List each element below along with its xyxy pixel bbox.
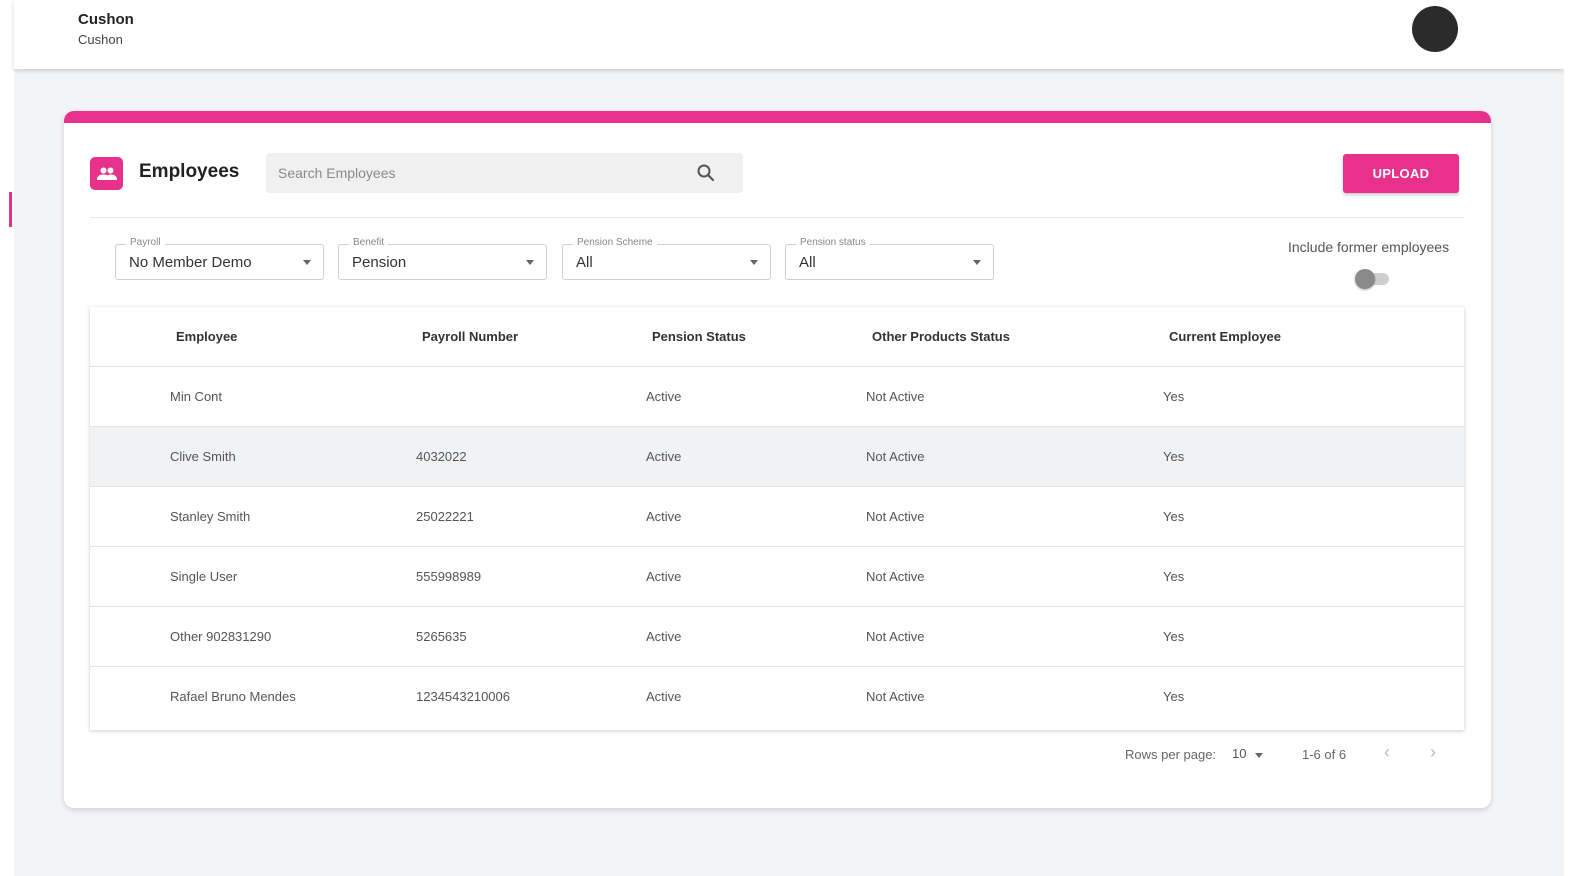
pension-scheme-select-value: All [576, 254, 593, 271]
column-header-pension-status[interactable]: Pension Status [652, 329, 746, 344]
cell-current-employee: Yes [1163, 509, 1185, 524]
rows-per-page-label: Rows per page: [1125, 747, 1217, 762]
cell-current-employee: Yes [1163, 449, 1185, 464]
chevron-left-icon[interactable]: ‹ [1384, 742, 1390, 763]
top-bar: Cushon Cushon [14, 0, 1564, 69]
cell-pension-status: Active [646, 689, 682, 704]
cell-other-products-status: Not Active [866, 689, 925, 704]
cell-pension-status: Active [646, 629, 682, 644]
brand-title: Cushon [78, 11, 134, 28]
cell-current-employee: Yes [1163, 629, 1185, 644]
cell-pension-status: Active [646, 389, 682, 404]
cell-other-products-status: Not Active [866, 569, 925, 584]
right-edge [1564, 0, 1588, 876]
card-accent-bar [64, 111, 1491, 123]
chevron-right-icon[interactable]: › [1430, 742, 1436, 763]
pagination-range: 1-6 of 6 [1302, 747, 1347, 762]
cell-employee: Other 902831290 [170, 629, 272, 644]
upload-button[interactable]: UPLOAD [1343, 154, 1459, 193]
dropdown-arrow-icon [973, 260, 981, 265]
cell-pension-status: Active [646, 569, 682, 584]
toggle-knob [1355, 269, 1375, 289]
cell-payroll-number: 555998989 [416, 569, 482, 584]
payroll-select-value: No Member Demo [129, 254, 252, 271]
left-edge-accent [9, 192, 12, 227]
dropdown-arrow-icon[interactable] [1255, 753, 1263, 758]
cell-other-products-status: Not Active [866, 449, 925, 464]
pension-scheme-select[interactable]: Pension Scheme All [562, 237, 771, 280]
brand-subtitle: Cushon [78, 32, 123, 47]
people-icon [90, 157, 123, 190]
cell-employee: Rafael Bruno Mendes [170, 689, 296, 704]
app-container: Cushon Cushon Employees UPLOAD [14, 0, 1564, 876]
table-row[interactable]: Min Cont Active Not Active Yes [90, 367, 1464, 427]
employees-card: Employees UPLOAD Payroll No Member Demo … [64, 111, 1491, 808]
table-row[interactable]: Stanley Smith 25022221 Active Not Active… [90, 487, 1464, 547]
cell-employee: Clive Smith [170, 449, 236, 464]
include-former-toggle[interactable] [1355, 269, 1393, 289]
dropdown-arrow-icon [526, 260, 534, 265]
payroll-select-label: Payroll [126, 237, 165, 248]
search-icon[interactable] [696, 163, 716, 183]
column-header-other-products-status[interactable]: Other Products Status [872, 329, 1010, 344]
table-row[interactable]: Single User 555998989 Active Not Active … [90, 547, 1464, 607]
header-divider [90, 217, 1464, 218]
payroll-select[interactable]: Payroll No Member Demo [115, 237, 324, 280]
table-row[interactable]: Rafael Bruno Mendes 1234543210006 Active… [90, 667, 1464, 727]
include-former-label: Include former employees [1288, 239, 1450, 255]
column-header-employee[interactable]: Employee [176, 329, 237, 344]
rows-per-page-select[interactable]: 10 [1232, 746, 1246, 761]
cell-current-employee: Yes [1163, 389, 1185, 404]
table-row[interactable]: Other 902831290 5265635 Active Not Activ… [90, 607, 1464, 667]
cell-pension-status: Active [646, 509, 682, 524]
cell-payroll-number: 4032022 [416, 449, 467, 464]
cell-other-products-status: Not Active [866, 389, 925, 404]
column-header-payroll-number[interactable]: Payroll Number [422, 329, 518, 344]
pension-status-select[interactable]: Pension status All [785, 237, 994, 280]
pension-status-select-label: Pension status [796, 237, 870, 248]
user-avatar-icon[interactable] [1412, 6, 1458, 52]
pension-scheme-select-label: Pension Scheme [573, 237, 657, 248]
cell-other-products-status: Not Active [866, 629, 925, 644]
cell-payroll-number: 5265635 [416, 629, 467, 644]
table-row[interactable]: Clive Smith 4032022 Active Not Active Ye… [90, 427, 1464, 487]
cell-current-employee: Yes [1163, 569, 1185, 584]
cell-payroll-number: 1234543210006 [416, 689, 510, 704]
cell-payroll-number: 25022221 [416, 509, 474, 524]
cell-pension-status: Active [646, 449, 682, 464]
benefit-select-value: Pension [352, 254, 407, 271]
cell-employee: Min Cont [170, 389, 223, 404]
left-edge [0, 0, 14, 876]
cell-employee: Stanley Smith [170, 509, 251, 524]
column-header-current-employee[interactable]: Current Employee [1169, 329, 1281, 344]
dropdown-arrow-icon [750, 260, 758, 265]
cell-employee: Single User [170, 569, 238, 584]
dropdown-arrow-icon [303, 260, 311, 265]
table-header: Employee Payroll Number Pension Status O… [90, 307, 1464, 367]
cell-current-employee: Yes [1163, 689, 1185, 704]
search-box [266, 153, 743, 193]
employees-table: Employee Payroll Number Pension Status O… [90, 307, 1464, 730]
search-input[interactable] [266, 153, 686, 193]
page-title: Employees [139, 161, 240, 182]
pension-status-select-value: All [799, 254, 816, 271]
benefit-select-label: Benefit [349, 237, 389, 248]
cell-other-products-status: Not Active [866, 509, 925, 524]
benefit-select[interactable]: Benefit Pension [338, 237, 547, 280]
